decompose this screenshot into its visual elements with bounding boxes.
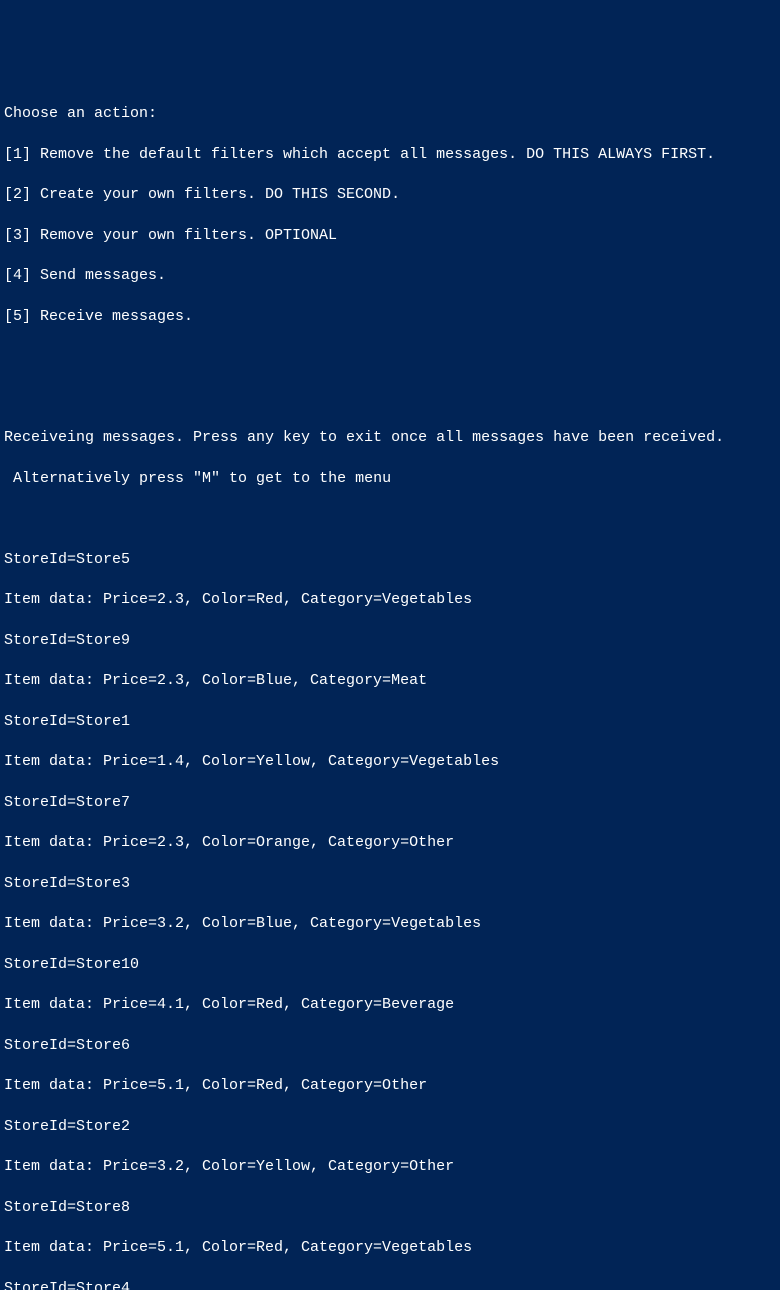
message-store-line: StoreId=Store8 — [4, 1198, 776, 1218]
blank-line — [4, 388, 776, 408]
blank-line — [4, 347, 776, 367]
menu-item-5: [5] Receive messages. — [4, 307, 776, 327]
status-line-2: Alternatively press "M" to get to the me… — [4, 469, 776, 489]
menu-item-4: [4] Send messages. — [4, 266, 776, 286]
menu-header: Choose an action: — [4, 104, 776, 124]
message-store-line: StoreId=Store6 — [4, 1036, 776, 1056]
message-data-line: Item data: Price=3.2, Color=Blue, Catego… — [4, 914, 776, 934]
message-data-line: Item data: Price=1.4, Color=Yellow, Cate… — [4, 752, 776, 772]
message-store-line: StoreId=Store5 — [4, 550, 776, 570]
message-data-line: Item data: Price=2.3, Color=Blue, Catego… — [4, 671, 776, 691]
message-store-line: StoreId=Store2 — [4, 1117, 776, 1137]
message-data-line: Item data: Price=2.3, Color=Red, Categor… — [4, 590, 776, 610]
message-store-line: StoreId=Store7 — [4, 793, 776, 813]
message-store-line: StoreId=Store10 — [4, 955, 776, 975]
message-store-line: StoreId=Store4 — [4, 1279, 776, 1290]
terminal-output[interactable]: Choose an action: [1] Remove the default… — [4, 84, 776, 1290]
message-data-line: Item data: Price=5.1, Color=Red, Categor… — [4, 1076, 776, 1096]
message-data-line: Item data: Price=2.3, Color=Orange, Cate… — [4, 833, 776, 853]
menu-item-3: [3] Remove your own filters. OPTIONAL — [4, 226, 776, 246]
message-data-line: Item data: Price=5.1, Color=Red, Categor… — [4, 1238, 776, 1258]
message-store-line: StoreId=Store3 — [4, 874, 776, 894]
message-store-line: StoreId=Store1 — [4, 712, 776, 732]
menu-item-2: [2] Create your own filters. DO THIS SEC… — [4, 185, 776, 205]
menu-item-1: [1] Remove the default filters which acc… — [4, 145, 776, 165]
message-data-line: Item data: Price=4.1, Color=Red, Categor… — [4, 995, 776, 1015]
message-data-line: Item data: Price=3.2, Color=Yellow, Cate… — [4, 1157, 776, 1177]
message-store-line: StoreId=Store9 — [4, 631, 776, 651]
status-line-1: Receiveing messages. Press any key to ex… — [4, 428, 776, 448]
blank-line — [4, 509, 776, 529]
